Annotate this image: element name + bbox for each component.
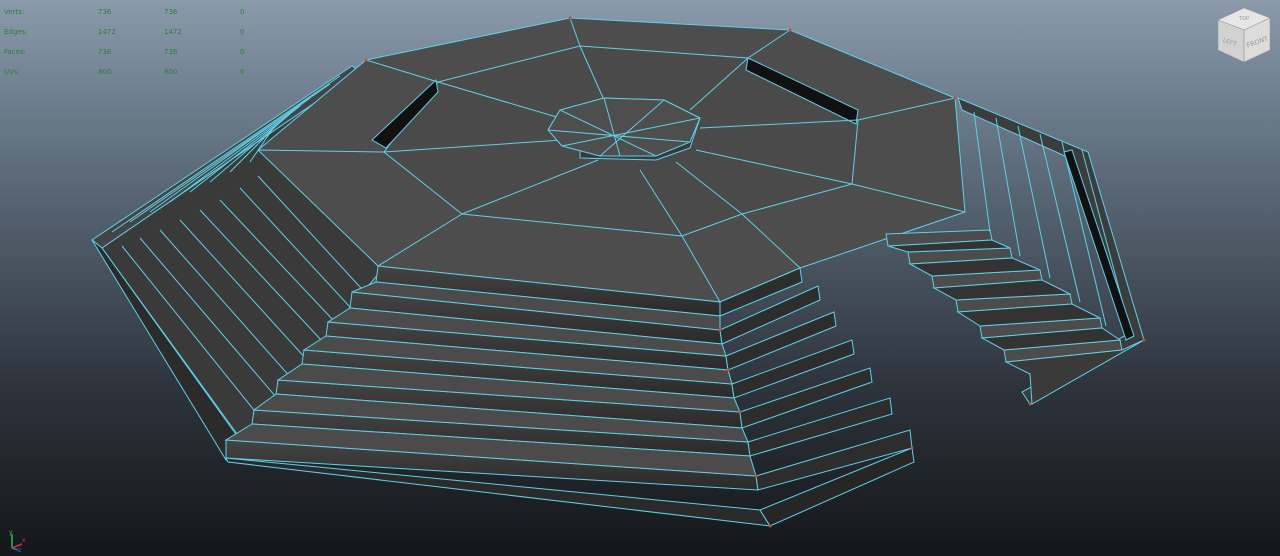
hud-value: 0 [240,48,245,56]
hud-value: 736 [164,8,178,16]
view-cube-top-label: TOP [1238,16,1249,22]
hud-value: 800 [98,68,112,76]
hud-label: UVs: [4,68,20,76]
hud-value: 800 [164,68,178,76]
hud-row: UVs: 800 800 0 [0,64,260,84]
hud-value: 0 [240,68,245,76]
hud-label: Verts: [4,8,25,16]
hud-value: 736 [98,8,112,16]
y-axis-label: y [9,529,13,536]
hud-value: 0 [240,8,245,16]
hud-row: Verts: 736 736 0 [0,4,260,24]
poly-count-hud: Verts: 736 736 0 Edges: 1472 1472 0 Face… [0,4,260,84]
hud-row: Faces: 736 736 0 [0,44,260,64]
z-axis-label: z [18,547,21,552]
hud-value: 1472 [164,28,182,36]
hud-row: Edges: 1472 1472 0 [0,24,260,44]
hud-value: 0 [240,28,245,36]
x-axis-label: x [22,537,26,544]
hud-value: 736 [98,48,112,56]
hud-label: Edges: [4,28,28,36]
axis-gizmo: y x z [9,529,26,552]
view-cube[interactable]: TOP LEFT FRONT [1216,4,1272,66]
hud-value: 736 [164,48,178,56]
hud-label: Faces: [4,48,26,56]
hud-value: 1472 [98,28,116,36]
